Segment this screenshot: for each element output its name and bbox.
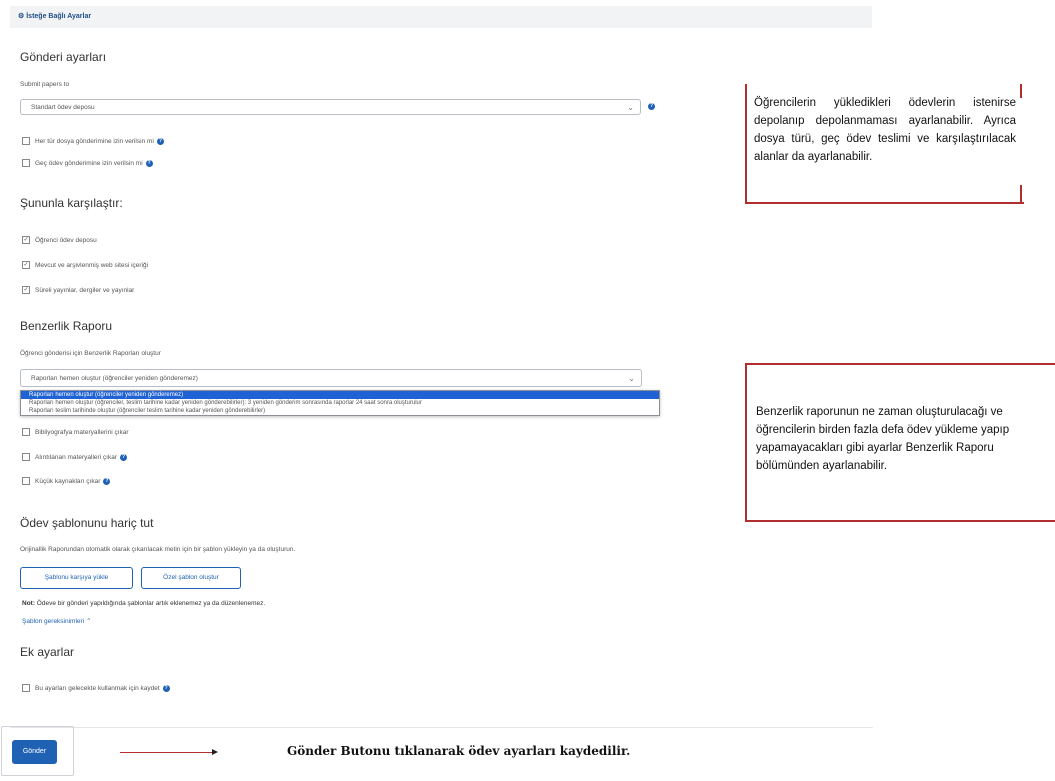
exclude-quotes-row[interactable]: Alıntılanan materyalleri çıkar? xyxy=(22,453,128,463)
chevron-down-icon: ⌄ xyxy=(628,374,635,383)
annotation-note-2: Benzerlik raporunun ne zaman oluşturulac… xyxy=(756,406,1010,472)
exclude-bib-row[interactable]: Bibliyografya materyallerini çıkar xyxy=(22,428,129,438)
compare-checkbox[interactable]: ✓ xyxy=(22,286,30,295)
compare-item[interactable]: ✓ Öğrenci ödev deposu xyxy=(22,236,97,246)
dropdown-option[interactable]: Raporları hemen oluştur (öğrenciler yeni… xyxy=(21,391,659,399)
submit-papers-select[interactable]: Standart ödev deposu ⌄ xyxy=(20,99,641,115)
chevron-up-icon: ⌃ xyxy=(85,618,92,625)
allow-late-checkbox[interactable] xyxy=(22,159,30,168)
divider xyxy=(10,727,873,728)
similarity-heading: Benzerlik Raporu xyxy=(20,319,113,333)
allow-any-file-row[interactable]: Her tür dosya gönderimine izin verilsin … xyxy=(22,137,164,147)
exclude-small-label: Küçük kaynakları çıkar xyxy=(35,478,101,485)
save-future-checkbox[interactable] xyxy=(22,684,30,693)
submit-caption: Gönder Butonu tıklanarak ödev ayarları k… xyxy=(287,744,631,758)
allow-any-file-checkbox[interactable] xyxy=(22,137,30,146)
allow-late-label: Geç ödev gönderimine izin verilsin mi xyxy=(35,160,143,167)
compare-checkbox[interactable]: ✓ xyxy=(22,261,30,270)
info-icon[interactable]: ? xyxy=(156,137,164,145)
panel-header[interactable]: ⚙ İsteğe Bağlı Ayarlar xyxy=(10,6,872,28)
allow-any-file-label: Her tür dosya gönderimine izin verilsin … xyxy=(35,138,154,145)
exclude-quotes-checkbox[interactable] xyxy=(22,453,30,462)
requirements-link-label: Şablon gereksinimleri xyxy=(22,618,85,625)
dropdown-option[interactable]: Raporları teslim tarihinde oluştur (öğre… xyxy=(21,407,659,415)
exclude-small-checkbox[interactable] xyxy=(22,477,30,486)
submission-heading: Gönderi ayarları xyxy=(20,50,107,64)
submit-papers-value: Standart ödev deposu xyxy=(31,104,95,111)
info-icon[interactable]: ? xyxy=(648,103,655,110)
report-generation-select[interactable]: Raporları hemen oluştur (öğrenciler yeni… xyxy=(20,369,642,387)
save-future-label: Bu ayarları gelecekte kullanmak için kay… xyxy=(35,685,160,692)
exclude-bib-label: Bibliyografya materyallerini çıkar xyxy=(35,429,129,436)
upload-template-button[interactable]: Şablonu karşıya yükle xyxy=(20,567,133,589)
gear-icon: ⚙ xyxy=(18,13,27,20)
exclude-quotes-label: Alıntılanan materyalleri çıkar xyxy=(35,454,118,461)
compare-item[interactable]: ✓ Süreli yayınlar, dergiler ve yayınlar xyxy=(22,286,134,296)
info-icon[interactable]: ? xyxy=(120,453,128,461)
compare-label: Süreli yayınlar, dergiler ve yayınlar xyxy=(35,287,135,294)
compare-checkbox[interactable]: ✓ xyxy=(22,236,30,245)
submit-button[interactable]: Gönder xyxy=(12,740,57,764)
template-heading: Ödev şablonunu hariç tut xyxy=(20,516,154,530)
panel-title: İsteğe Bağlı Ayarlar xyxy=(26,13,92,20)
info-icon[interactable]: ? xyxy=(162,684,170,692)
template-description: Orijinallik Raporundan otomatik olarak ç… xyxy=(20,546,296,553)
note-bold: Not: xyxy=(22,600,35,607)
info-icon[interactable]: ? xyxy=(145,159,153,167)
annotation-tick xyxy=(1020,185,1022,202)
report-generation-value: Raporları hemen oluştur (öğrenciler yeni… xyxy=(31,375,198,382)
extra-heading: Ek ayarlar xyxy=(20,645,75,659)
allow-late-row[interactable]: Geç ödev gönderimine izin verilsin mi? xyxy=(22,159,153,169)
note-text: Ödeve bir gönderi yapıldığında şablonlar… xyxy=(35,600,266,607)
compare-label: Mevcut ve arşivlenmiş web sitesi içeriği xyxy=(35,262,149,269)
annotation-tick xyxy=(1020,84,1022,98)
submit-papers-label: Submit papers to xyxy=(20,81,70,88)
compare-heading: Şununla karşılaştır: xyxy=(20,196,123,210)
report-generation-options: Raporları hemen oluştur (öğrenciler yeni… xyxy=(20,390,660,416)
info-icon[interactable]: ? xyxy=(103,477,111,485)
generate-report-label: Öğrenci gönderisi için Benzerlik Raporla… xyxy=(20,350,161,357)
create-template-button[interactable]: Özel şablon oluştur xyxy=(141,567,241,589)
annotation-note-1: Öğrencilerin yükledikleri ödevlerin iste… xyxy=(754,97,1016,163)
arrow-icon xyxy=(120,749,218,755)
optional-settings-panel: ⚙ İsteğe Bağlı Ayarlar Gönderi ayarları … xyxy=(0,0,873,781)
template-requirements-link[interactable]: Şablon gereksinimleri ⌃ xyxy=(22,617,91,625)
chevron-down-icon: ⌄ xyxy=(627,103,634,112)
annotation-tick xyxy=(745,84,747,104)
compare-label: Öğrenci ödev deposu xyxy=(35,237,97,244)
exclude-small-row[interactable]: Küçük kaynakları çıkar? xyxy=(22,477,111,487)
dropdown-option[interactable]: Raporları hemen oluştur (öğrenciler, tes… xyxy=(21,399,659,407)
save-future-row[interactable]: Bu ayarları gelecekte kullanmak için kay… xyxy=(22,684,170,694)
exclude-bib-checkbox[interactable] xyxy=(22,428,30,437)
template-note: Not: Ödeve bir gönderi yapıldığında şabl… xyxy=(22,600,265,607)
compare-item[interactable]: ✓ Mevcut ve arşivlenmiş web sitesi içeriğ… xyxy=(22,261,148,271)
